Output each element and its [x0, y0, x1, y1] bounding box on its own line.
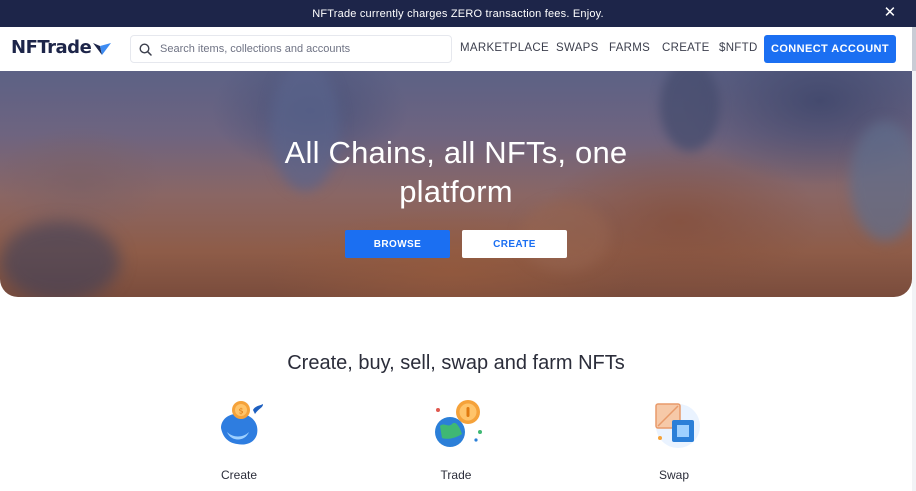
- hero-title: All Chains, all NFTs, one platform: [0, 133, 912, 211]
- nav-swaps[interactable]: SWAPS: [556, 42, 599, 54]
- search-input[interactable]: [160, 43, 440, 55]
- hero-banner: All Chains, all NFTs, one platform BROWS…: [0, 71, 912, 297]
- browse-button[interactable]: BROWSE: [345, 230, 450, 258]
- search-icon: [139, 42, 152, 56]
- nftrade-logo-mark-icon: [93, 42, 112, 55]
- feature-trade[interactable]: Trade: [396, 394, 516, 486]
- connect-account-button[interactable]: CONNECT ACCOUNT: [764, 35, 896, 63]
- whale-coin-icon: $: [221, 401, 263, 445]
- feature-trade-label: Trade: [440, 468, 472, 482]
- create-button[interactable]: CREATE: [462, 230, 567, 258]
- top-navbar: NFTrade MARKETPLACE SWAPS FARMS CREATE $…: [0, 27, 916, 71]
- page-scrollbar[interactable]: [912, 27, 916, 491]
- announcement-text: NFTrade currently charges ZERO transacti…: [312, 7, 604, 20]
- nav-nftd[interactable]: $NFTD: [719, 42, 758, 54]
- features-title: Create, buy, sell, swap and farm NFTs: [287, 352, 625, 374]
- hero-title-line: All Chains, all NFTs, one: [284, 135, 628, 170]
- swap-cubes-icon: [655, 403, 700, 448]
- nav-create[interactable]: CREATE: [662, 42, 710, 54]
- logo[interactable]: NFTrade: [11, 37, 112, 58]
- scrollbar-thumb[interactable]: [912, 27, 916, 71]
- svg-text:$: $: [238, 407, 243, 416]
- nav-marketplace[interactable]: MARKETPLACE: [460, 42, 549, 54]
- feature-swap[interactable]: Swap: [614, 394, 734, 486]
- feature-create[interactable]: $ Create: [179, 394, 299, 486]
- logo-text: NFTrade: [11, 37, 92, 58]
- feature-create-label: Create: [220, 468, 258, 482]
- globe-coin-icon: [435, 400, 482, 447]
- hero-rock-shape: [0, 221, 120, 297]
- search-box[interactable]: [130, 35, 452, 63]
- hero-title-line: platform: [399, 174, 513, 209]
- announcement-bar: NFTrade currently charges ZERO transacti…: [0, 0, 916, 27]
- close-icon[interactable]: ✕: [882, 5, 898, 21]
- feature-swap-label: Swap: [658, 468, 690, 482]
- nav-farms[interactable]: FARMS: [609, 42, 650, 54]
